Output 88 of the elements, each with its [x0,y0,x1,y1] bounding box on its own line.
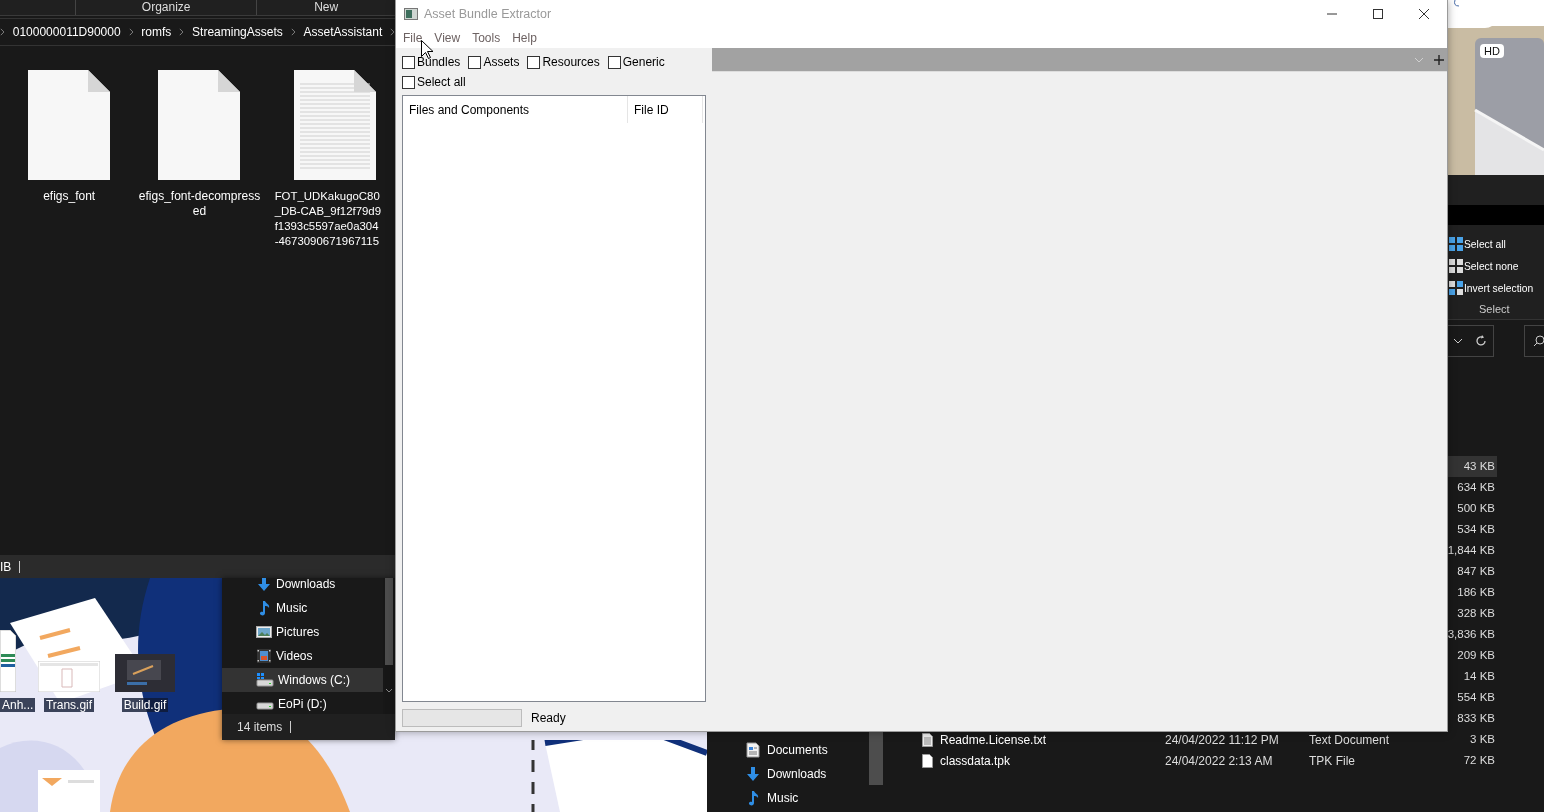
ribbon-group-label: Select [1478,303,1511,315]
nav-item[interactable]: Documents [707,738,867,762]
ribbon-button[interactable]: Invert selection [1449,277,1544,299]
grid-icon [1449,237,1463,251]
size-cell-text: 72 KB [1462,753,1496,768]
nav-item[interactable]: Downloads [222,578,383,596]
chevron-icon [128,28,134,36]
size-cell-text: 554 KB [1456,690,1496,705]
nav-item[interactable]: Downloads [707,762,867,786]
size-cell-text: 833 KB [1456,711,1496,726]
picture-icon [256,624,272,640]
date-cell: 24/04/2022 11:12 PM [1165,732,1279,747]
size-cell: 43 KB [1447,456,1497,477]
size-cell-text: 634 KB [1456,480,1496,495]
column-header[interactable]: File ID [628,96,703,123]
breadcrumb-item[interactable]: 0100000011D90000 [12,25,121,39]
checkbox[interactable]: Bundles [402,55,461,69]
refresh-icon[interactable] [1475,335,1487,347]
badge: HD [1480,44,1504,58]
blank-file-icon[interactable] [158,70,241,180]
size-cell-text: 328 KB [1456,606,1496,621]
ribbon-button[interactable]: Select all [1449,233,1544,255]
file-name[interactable]: efigs_font-decompress ed [138,189,261,219]
nav-item[interactable]: Music [222,596,383,620]
grid-icon [1449,281,1463,295]
size-cell-text: 1,844 KB [1447,543,1496,558]
date-cell: 24/04/2022 2:13 AM [1165,753,1273,768]
dropdown-icon[interactable] [1453,338,1463,344]
scrollbar-thumb[interactable] [869,730,883,785]
film-icon [256,648,272,664]
search-field[interactable] [1524,325,1544,357]
download-icon [745,766,761,782]
chevron-icon [179,28,185,36]
size-cell-text: 3,836 KB [1447,627,1496,642]
menu-item[interactable]: Help [506,28,543,48]
nav-item[interactable]: Music [707,786,867,810]
grid-icon [1449,259,1463,273]
checkbox[interactable]: Select all [402,75,466,89]
menu-item[interactable]: File [397,28,429,48]
checkbox[interactable]: Resources [527,55,600,69]
size-cell-text: 14 KB [1462,669,1496,684]
nav-item[interactable]: Windows (C:) [222,668,383,692]
blank-file-icon [922,753,933,768]
status-text: 14 items [237,720,283,734]
ribbon-group-label: New [314,0,339,15]
nav-item[interactable]: Pictures [222,620,383,644]
tree-view[interactable]: Files and Components File ID [402,95,706,702]
download-icon [256,578,272,592]
chevron-icon [0,28,5,36]
text-file-icon[interactable] [293,70,376,180]
status-text: IB [0,559,12,574]
search-icon [1533,335,1544,347]
nav-item[interactable]: Videos [222,644,383,668]
size-cell-text: 847 KB [1456,564,1496,579]
type-cell: TPK File [1309,753,1355,768]
checkbox[interactable]: Assets [468,55,520,69]
size-cell-text: 186 KB [1456,585,1496,600]
scrollbar-thumb[interactable] [385,578,393,665]
plus-icon[interactable] [1434,54,1444,65]
nav-item[interactable]: EoPi (D:) [222,692,383,714]
chevron-icon [290,28,296,36]
ribbon-group-label: Organize [141,0,191,15]
file-name[interactable]: efigs_font [43,189,96,204]
window-title: Asset Bundle Extractor [424,7,553,21]
close-icon [1418,8,1430,20]
size-cell-text: 3 KB [1469,732,1496,747]
breadcrumb-item[interactable]: StreamingAssets [192,25,283,39]
document-icon [745,742,761,758]
status-text: Ready [531,711,566,725]
menu-item[interactable]: View [428,28,467,48]
file-name[interactable]: Readme.License.txt [940,732,1047,747]
maximize-icon [1372,8,1384,20]
size-cell-text: 500 KB [1456,501,1496,516]
breadcrumb-item[interactable]: AssetAssistant [303,25,383,39]
column-header[interactable]: Files and Components [403,96,628,123]
ribbon-button[interactable]: Select none [1449,255,1544,277]
drive-icon [256,672,274,688]
app-icon [404,8,418,20]
blank-file-icon[interactable] [28,70,111,180]
menu-item[interactable]: Tools [466,28,507,48]
file-name[interactable]: classdata.tpk [940,753,1011,768]
size-cell-text: 534 KB [1456,522,1496,537]
breadcrumb-item[interactable]: romfs [141,25,172,39]
type-cell: Text Document [1309,732,1390,747]
scroll-down-icon[interactable] [385,688,393,694]
checkbox[interactable]: Generic [607,55,665,69]
size-cell-text: 209 KB [1456,648,1496,663]
file-name[interactable]: FOT_UDKakugoC80 _DB-CAB_9f12f79d9 f1393c5597ae0a304 -4673090671967115 [274,189,382,249]
